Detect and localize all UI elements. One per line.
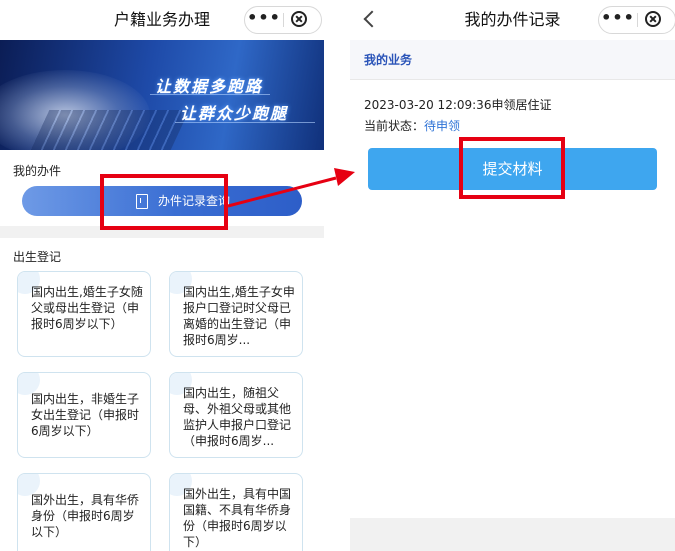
service-card[interactable]: 国外出生，具有中国国籍、不具有华侨身份（申报时6周岁以下） bbox=[169, 473, 303, 551]
nav-bar: 户籍业务办理 ••• bbox=[0, 0, 324, 40]
service-card-title: 国内出生,婚生子女申报户口登记时父母已离婚的出生登记（申报时6周岁... bbox=[183, 285, 295, 347]
service-card[interactable]: 国内出生,婚生子女随父或母出生登记（申报时6周岁以下） bbox=[17, 271, 151, 357]
mini-program-capsule: ••• bbox=[598, 6, 675, 34]
capsule-divider bbox=[637, 13, 638, 27]
case-records-screen: 我的办件记录 ••• 我的业务 2023-03-20 12:09:36申领居住证… bbox=[350, 0, 675, 551]
banner-keyboard-graphic bbox=[30, 110, 190, 150]
service-card[interactable]: 国内出生，随祖父母、外祖父母或其他监护人申报户口登记（申报时6周岁... bbox=[169, 372, 303, 458]
tab-my-business[interactable]: 我的业务 bbox=[364, 40, 412, 80]
service-card-title: 国内出生,婚生子女随父或母出生登记（申报时6周岁以下） bbox=[31, 285, 143, 331]
mini-program-capsule: ••• bbox=[244, 6, 322, 34]
promo-banner[interactable]: 让数据多跑路 让群众少跑腿 bbox=[0, 40, 324, 150]
banner-slogan-2: 让群众少跑腿 bbox=[180, 104, 289, 123]
highlight-box-query-button bbox=[100, 174, 228, 230]
my-business-tab-bar: 我的业务 bbox=[350, 40, 675, 80]
service-card-title: 国内出生，非婚生子女出生登记（申报时6周岁以下） bbox=[31, 392, 140, 438]
service-card[interactable]: 国外出生，具有华侨身份（申报时6周岁以下） bbox=[17, 473, 151, 551]
highlight-box-submit-button bbox=[459, 137, 565, 199]
status-label: 当前状态： bbox=[364, 119, 425, 133]
more-menu-icon[interactable]: ••• bbox=[245, 7, 283, 33]
household-registration-screen: 户籍业务办理 ••• 让数据多跑路 让群众少跑腿 我的办件 办件记录查询 出生登… bbox=[0, 0, 324, 551]
bottom-gray-area bbox=[350, 518, 675, 551]
service-card-title: 国内出生，随祖父母、外祖父母或其他监护人申报户口登记（申报时6周岁... bbox=[183, 386, 292, 448]
record-status: 当前状态：待申领 bbox=[364, 117, 460, 134]
birth-registration-heading: 出生登记 bbox=[13, 250, 62, 264]
nav-bar: 我的办件记录 ••• bbox=[350, 0, 675, 40]
capsule-divider bbox=[283, 13, 284, 27]
more-menu-icon[interactable]: ••• bbox=[599, 7, 637, 33]
close-icon[interactable] bbox=[291, 11, 307, 27]
service-card-title: 国外出生，具有中国国籍、不具有华侨身份（申报时6周岁以下） bbox=[183, 487, 292, 549]
status-value: 待申领 bbox=[424, 119, 461, 133]
record-title: 2023-03-20 12:09:36申领居住证 bbox=[364, 98, 552, 112]
service-card-title: 国外出生，具有华侨身份（申报时6周岁以下） bbox=[31, 493, 140, 539]
service-card[interactable]: 国内出生，非婚生子女出生登记（申报时6周岁以下） bbox=[17, 372, 151, 458]
service-card[interactable]: 国内出生,婚生子女申报户口登记时父母已离婚的出生登记（申报时6周岁... bbox=[169, 271, 303, 357]
my-cases-heading: 我的办件 bbox=[13, 164, 62, 178]
banner-slogan-1: 让数据多跑路 bbox=[155, 77, 264, 96]
close-icon[interactable] bbox=[645, 11, 661, 27]
